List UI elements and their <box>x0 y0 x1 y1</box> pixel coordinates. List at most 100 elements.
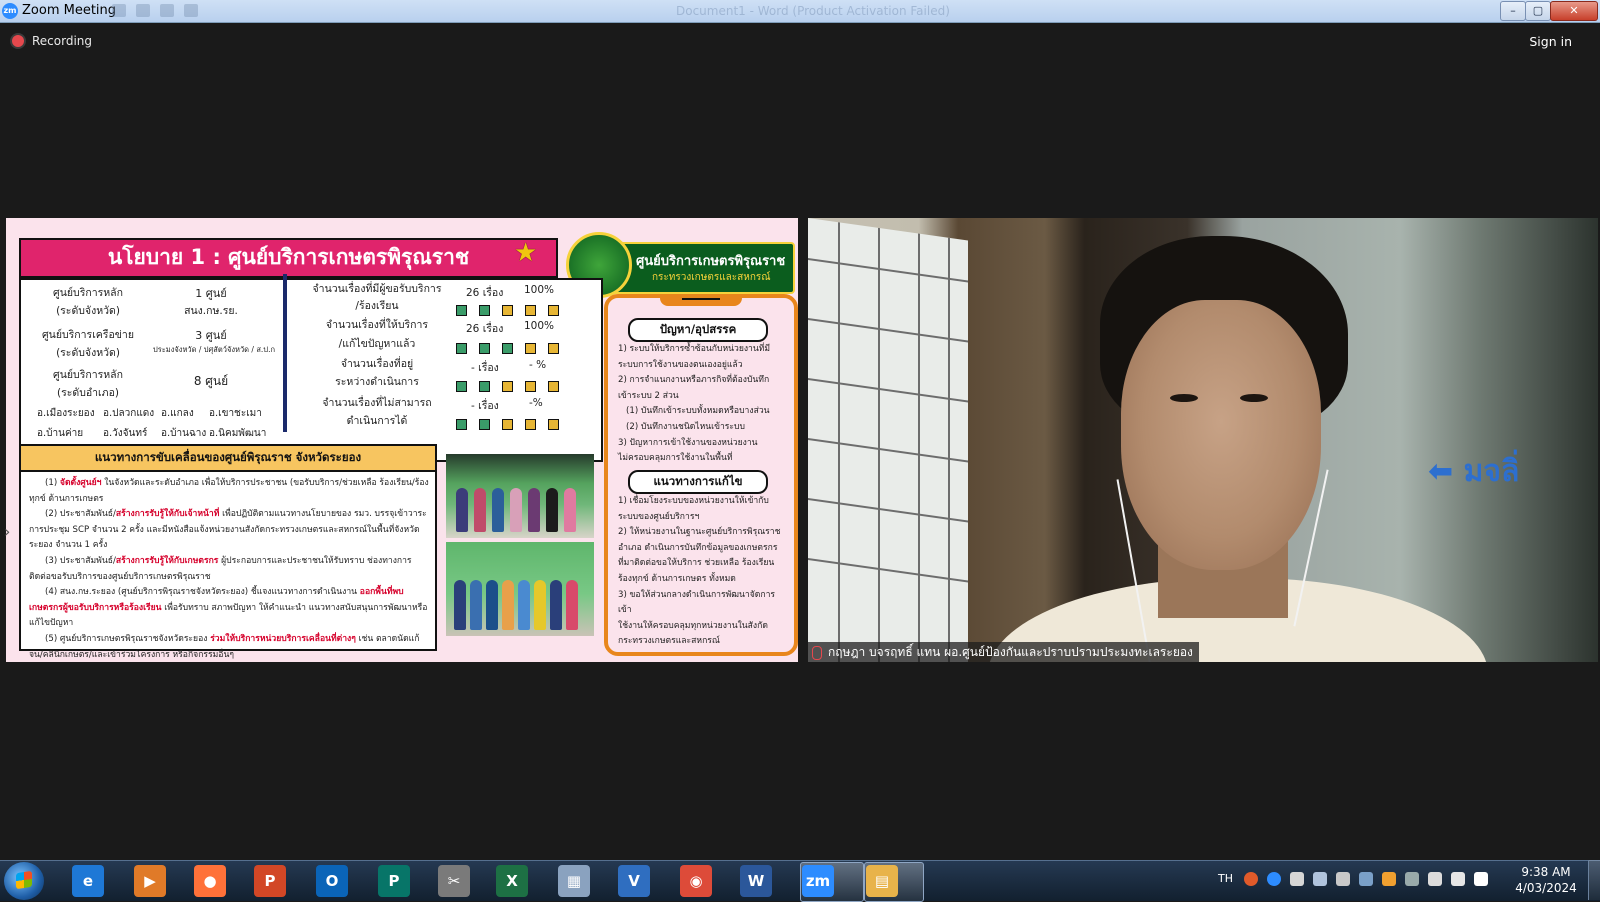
district: อ.ปลวกแดง <box>103 408 155 419</box>
drive-item-pre: (1) <box>45 478 60 488</box>
district: อ.วังจันทร์ <box>103 428 148 439</box>
drive-item-pre: (4) สนง.กษ.ระยอง (ศูนย์บริการพิรุณราชจัง… <box>45 587 360 598</box>
participant-name-label: กฤษฎา บจรฤทธิ์ แทน ผอ.ศูนย์ป้องกันและปรา… <box>808 642 1199 662</box>
stat-label: จำนวนเรื่องที่ให้บริการ <box>325 319 429 331</box>
taskbar-firefox-icon[interactable]: ● <box>194 865 226 897</box>
action-center-flag-icon[interactable] <box>1474 872 1488 886</box>
person-figure <box>502 580 514 630</box>
taskbar-outlook-icon[interactable]: O <box>316 865 348 897</box>
zoom-app-icon: zm <box>2 3 18 19</box>
solution-line: ที่มาติดต่อขอให้บริการ ช่วยเหลือ ร้องเรี… <box>618 558 775 569</box>
stat-label: /ร้องเรียน <box>355 300 399 312</box>
person-figure <box>566 580 578 630</box>
person-figure <box>550 580 562 630</box>
tray-ime-icon[interactable] <box>1405 872 1419 886</box>
taskbar-publisher-icon[interactable]: P <box>378 865 410 897</box>
drive-item-highlight: ร่วมให้บริการหน่วยบริการเคลื่อนที่ต่างๆ <box>210 633 356 644</box>
problem-line: (1) บันทึกเข้าระบบทั้งหมดหรือบางส่วน <box>626 406 770 417</box>
center-label: ศูนย์บริการหลัก <box>53 369 123 381</box>
maximize-button[interactable]: ▢ <box>1525 1 1551 21</box>
solutions-title: แนวทางการแก้ไข <box>628 470 768 494</box>
close-button[interactable]: ✕ <box>1550 1 1598 21</box>
stat-percent: 100% <box>524 284 555 296</box>
start-button[interactable] <box>4 862 44 900</box>
participant-video-tile[interactable]: ⬅ มจลิ่ <box>808 218 1598 662</box>
problem-line: ไม่ครอบคลุมการใช้งานในพื้นที่ <box>618 453 733 464</box>
whiteboard <box>808 218 968 662</box>
district: อ.เขาชะเมา <box>209 408 262 419</box>
taskbar-excel-icon[interactable]: X <box>496 865 528 897</box>
stat-label: ดำเนินการได้ <box>346 415 408 427</box>
tray-network-drive-icon[interactable] <box>1313 872 1327 886</box>
drive-item: (4) สนง.กษ.ระยอง (ศูนย์บริการพิรุณราชจัง… <box>29 585 429 632</box>
stat-label: จำนวนเรื่องที่อยู่ <box>340 358 414 370</box>
solution-line: 3) ขอให้ส่วนกลางดำเนินการพัฒนาจัดการเข้า <box>618 589 776 616</box>
progress-square <box>502 305 513 316</box>
drive-item-highlight: สร้างการรับรู้ให้กับเกษตรกร <box>115 555 219 566</box>
sign-in-link[interactable]: Sign in <box>1529 34 1572 49</box>
window-title: Zoom Meeting <box>22 3 117 18</box>
tray-tools-icon[interactable] <box>1336 872 1350 886</box>
center-value: 3 ศูนย์ <box>195 329 227 342</box>
taskbar-powerpoint-icon[interactable]: P <box>254 865 286 897</box>
taskbar-visio-icon[interactable]: V <box>618 865 650 897</box>
input-language[interactable]: TH <box>1218 872 1233 885</box>
tray-app-icon[interactable] <box>1290 872 1304 886</box>
stat-label: จำนวนเรื่องที่มีผู้ขอรับบริการ <box>312 283 442 295</box>
background-window-title: Document1 - Word (Product Activation Fai… <box>676 4 950 18</box>
taskbar-snipping-tool-icon[interactable]: ✂ <box>438 865 470 897</box>
brand-banner: ศูนย์บริการเกษตรพิรุณราช กระทรวงเกษตรและ… <box>606 242 795 294</box>
progress-square <box>548 419 559 430</box>
system-clock[interactable]: 9:38 AM 4/03/2024 <box>1506 864 1586 896</box>
stat-percent: - % <box>529 359 547 371</box>
center-value-sub: ประมงจังหวัด / ปศุสัตว์จังหวัด / ส.ป.ก <box>152 345 275 354</box>
tray-folder-icon[interactable] <box>1382 872 1396 886</box>
solution-line: กระทรวงเกษตรและสหกรณ์ <box>618 636 720 647</box>
person-figure <box>518 580 530 630</box>
taskbar-zoom-icon[interactable]: zm <box>802 865 834 897</box>
taskbar-file-explorer-icon[interactable]: ▤ <box>866 865 898 897</box>
drive-item-highlight: สร้างการรับรู้ให้กับเจ้าหน้าที่ <box>115 509 220 520</box>
taskbar-word-icon[interactable]: W <box>740 865 772 897</box>
person-figure <box>454 580 466 630</box>
progress-square <box>456 343 467 354</box>
stat-percent: -% <box>529 397 543 409</box>
drive-items: (1) จัดตั้งศูนย์ฯ ในจังหวัดและระดับอำเภอ… <box>29 476 429 662</box>
stat-count: - เรื่อง <box>471 362 499 374</box>
solutions-list: 1) เชื่อมโยงระบบของหน่วยงานให้เข้ากับ ระ… <box>618 494 784 650</box>
progress-square <box>548 343 559 354</box>
progress-square <box>456 305 467 316</box>
brand-line-2: กระทรวงเกษตรและสหกรณ์ <box>652 272 771 283</box>
tray-zoom-icon[interactable] <box>1267 872 1281 886</box>
person-figure <box>546 488 558 532</box>
problem-line: เข้าระบบ 2 ส่วน <box>618 390 679 401</box>
slide-collapse-chevron-icon[interactable]: › <box>4 522 10 541</box>
district: อ.บ้านฉาง <box>161 428 207 439</box>
center-value-sub: สนง.กษ.รย. <box>184 305 238 317</box>
minimize-button[interactable]: – <box>1500 1 1526 21</box>
stat-count: 26 เรื่อง <box>466 287 504 299</box>
network-icon[interactable] <box>1428 872 1442 886</box>
tray-device-icon[interactable] <box>1359 872 1373 886</box>
drive-item-highlight: จัดตั้งศูนย์ฯ <box>59 478 102 488</box>
taskbar-internet-explorer-icon[interactable]: e <box>72 865 104 897</box>
taskbar-chrome-icon[interactable]: ◉ <box>680 865 712 897</box>
progress-square <box>548 381 559 392</box>
solution-line: อำเภอ ดำเนินการบันทึกข้อมูลของเกษตรกร <box>618 542 778 553</box>
drive-item: (2) ประชาสัมพันธ์/สร้างการรับรู้ให้กับเจ… <box>29 507 429 554</box>
show-desktop-button[interactable] <box>1588 860 1600 900</box>
recording-indicator[interactable]: Recording <box>12 34 92 48</box>
tray-avast-icon[interactable] <box>1244 872 1258 886</box>
taskbar-media-player-icon[interactable]: ▶ <box>134 865 166 897</box>
center-stats-box: ศูนย์บริการหลัก (ระดับจังหวัด) 1 ศูนย์ ส… <box>19 278 603 462</box>
district: อ.แกลง <box>161 408 194 419</box>
person-figure <box>492 488 504 532</box>
taskbar-calculator-icon[interactable]: ▦ <box>558 865 590 897</box>
progress-square <box>548 305 559 316</box>
stat-percent: 100% <box>524 320 555 332</box>
divider-line <box>283 274 287 432</box>
progress-square <box>502 343 513 354</box>
center-label: ศูนย์บริการเครือข่าย <box>42 329 134 341</box>
volume-icon[interactable] <box>1451 872 1465 886</box>
center-sub: (ระดับจังหวัด) <box>56 305 120 317</box>
